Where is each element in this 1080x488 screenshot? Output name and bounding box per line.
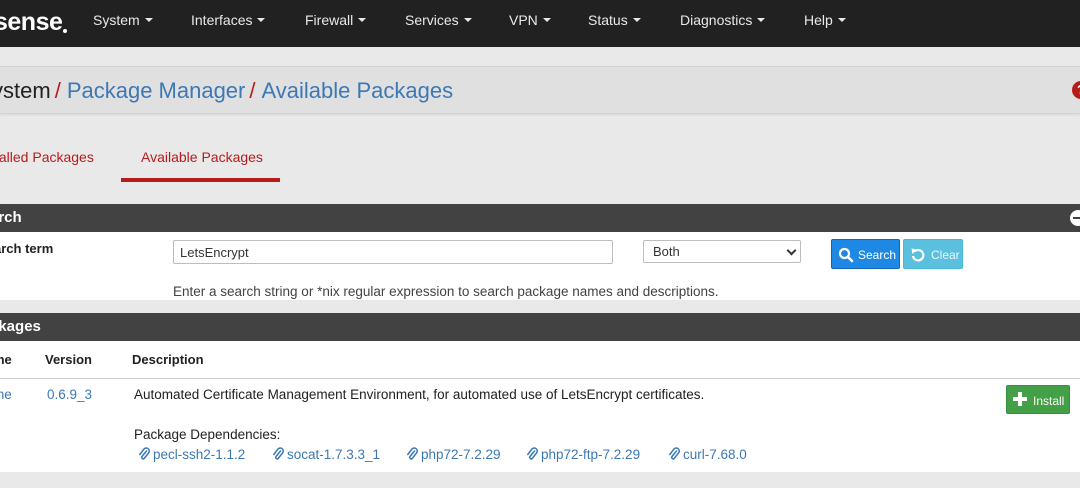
breadcrumb-package-manager[interactable]: Package Manager bbox=[67, 78, 246, 103]
nav-interfaces[interactable]: Interfaces bbox=[191, 12, 266, 28]
caret-down-icon bbox=[757, 18, 766, 23]
caret-down-icon bbox=[257, 18, 266, 23]
paperclip-icon bbox=[139, 447, 150, 460]
nav-label: System bbox=[93, 12, 140, 28]
chevron-down-icon bbox=[786, 245, 797, 256]
breadcrumb-separator: / bbox=[54, 78, 61, 103]
caret-down-icon bbox=[358, 18, 367, 23]
search-panel-header: arch bbox=[0, 204, 1080, 232]
nav-system[interactable]: System bbox=[93, 12, 153, 28]
tab-installed-packages[interactable]: stalled Packages bbox=[0, 149, 94, 165]
nav-firewall[interactable]: Firewall bbox=[305, 12, 367, 28]
column-header-name: me bbox=[0, 352, 12, 367]
nav-services[interactable]: Services bbox=[405, 12, 472, 28]
dependency-link[interactable]: php72-7.2.29 bbox=[406, 447, 501, 462]
tab-available-packages[interactable]: Available Packages bbox=[141, 149, 263, 165]
nav-label: Services bbox=[405, 12, 459, 28]
search-button[interactable]: Search bbox=[831, 239, 900, 269]
nav-label: Firewall bbox=[305, 12, 354, 28]
breadcrumb-separator: / bbox=[249, 78, 256, 103]
nav-status[interactable]: Status bbox=[588, 12, 641, 28]
breadcrumb-system: ystem bbox=[0, 78, 51, 103]
install-button-label: Install bbox=[1033, 394, 1065, 408]
caret-down-icon bbox=[837, 18, 846, 23]
paperclip-icon bbox=[527, 447, 538, 460]
packages-panel-title: ckages bbox=[0, 318, 41, 335]
dependency-link[interactable]: pecl-ssh2-1.1.2 bbox=[138, 447, 245, 462]
caret-down-icon bbox=[542, 18, 551, 23]
brand-logo[interactable]: sense bbox=[0, 8, 68, 37]
top-navbar: sense System Interfaces Firewall Service… bbox=[0, 0, 1080, 47]
nav-help[interactable]: Help bbox=[804, 12, 846, 28]
caret-down-icon bbox=[463, 18, 472, 23]
dependency-link[interactable]: curl-7.68.0 bbox=[668, 447, 747, 462]
column-header-description: Description bbox=[132, 352, 204, 367]
active-tab-indicator bbox=[121, 178, 280, 182]
dependency-link[interactable]: socat-1.7.3.3_1 bbox=[272, 447, 380, 462]
install-button[interactable]: Install bbox=[1006, 385, 1070, 414]
dependency-link[interactable]: php72-ftp-7.2.29 bbox=[526, 447, 640, 462]
breadcrumb: ystem/Package Manager/Available Packages bbox=[0, 78, 453, 104]
dependency-label: socat-1.7.3.3_1 bbox=[287, 447, 381, 462]
package-dependencies-label: Package Dependencies: bbox=[134, 427, 281, 442]
table-header-divider bbox=[0, 378, 1080, 379]
nav-label: VPN bbox=[509, 12, 538, 28]
paperclip-icon bbox=[273, 447, 284, 460]
paperclip-icon bbox=[407, 447, 418, 460]
breadcrumb-bar: ystem/Package Manager/Available Packages… bbox=[0, 66, 1080, 114]
dependency-label: php72-ftp-7.2.29 bbox=[541, 447, 641, 462]
undo-icon bbox=[911, 248, 925, 262]
clear-button-label: Clear bbox=[931, 248, 960, 262]
search-scope-value: Both bbox=[653, 244, 680, 259]
package-description: Automated Certificate Management Environ… bbox=[134, 387, 705, 402]
nav-diagnostics[interactable]: Diagnostics bbox=[680, 12, 766, 28]
package-name-link[interactable]: me bbox=[0, 387, 12, 402]
dependency-label: curl-7.68.0 bbox=[683, 447, 747, 462]
minus-circle-icon[interactable] bbox=[1070, 210, 1080, 226]
search-input[interactable] bbox=[173, 240, 613, 264]
brand-logo-text: sense bbox=[0, 8, 63, 36]
clear-button[interactable]: Clear bbox=[903, 239, 963, 269]
search-scope-select[interactable]: Both bbox=[643, 240, 801, 263]
breadcrumb-available-packages[interactable]: Available Packages bbox=[262, 78, 454, 103]
search-button-label: Search bbox=[858, 248, 897, 262]
search-term-label: arch term bbox=[0, 241, 54, 256]
logo-dot bbox=[63, 29, 68, 33]
nav-vpn[interactable]: VPN bbox=[509, 12, 551, 28]
nav-label: Interfaces bbox=[191, 12, 253, 28]
package-version-link[interactable]: 0.6.9_3 bbox=[47, 387, 92, 402]
search-icon bbox=[838, 247, 854, 263]
nav-label: Help bbox=[804, 12, 833, 28]
dependency-label: php72-7.2.29 bbox=[421, 447, 501, 462]
paperclip-icon bbox=[669, 447, 680, 460]
dependency-label: pecl-ssh2-1.1.2 bbox=[153, 447, 246, 462]
nav-label: Diagnostics bbox=[680, 12, 753, 28]
search-panel-title: arch bbox=[0, 209, 22, 226]
nav-label: Status bbox=[588, 12, 628, 28]
column-header-version: Version bbox=[45, 352, 92, 367]
caret-down-icon bbox=[144, 18, 153, 23]
packages-panel-header: ckages bbox=[0, 313, 1080, 341]
question-circle-icon[interactable]: ? bbox=[1072, 81, 1080, 99]
search-help-text: Enter a search string or *nix regular ex… bbox=[173, 284, 719, 299]
caret-down-icon bbox=[632, 18, 641, 23]
plus-icon bbox=[1012, 391, 1028, 407]
